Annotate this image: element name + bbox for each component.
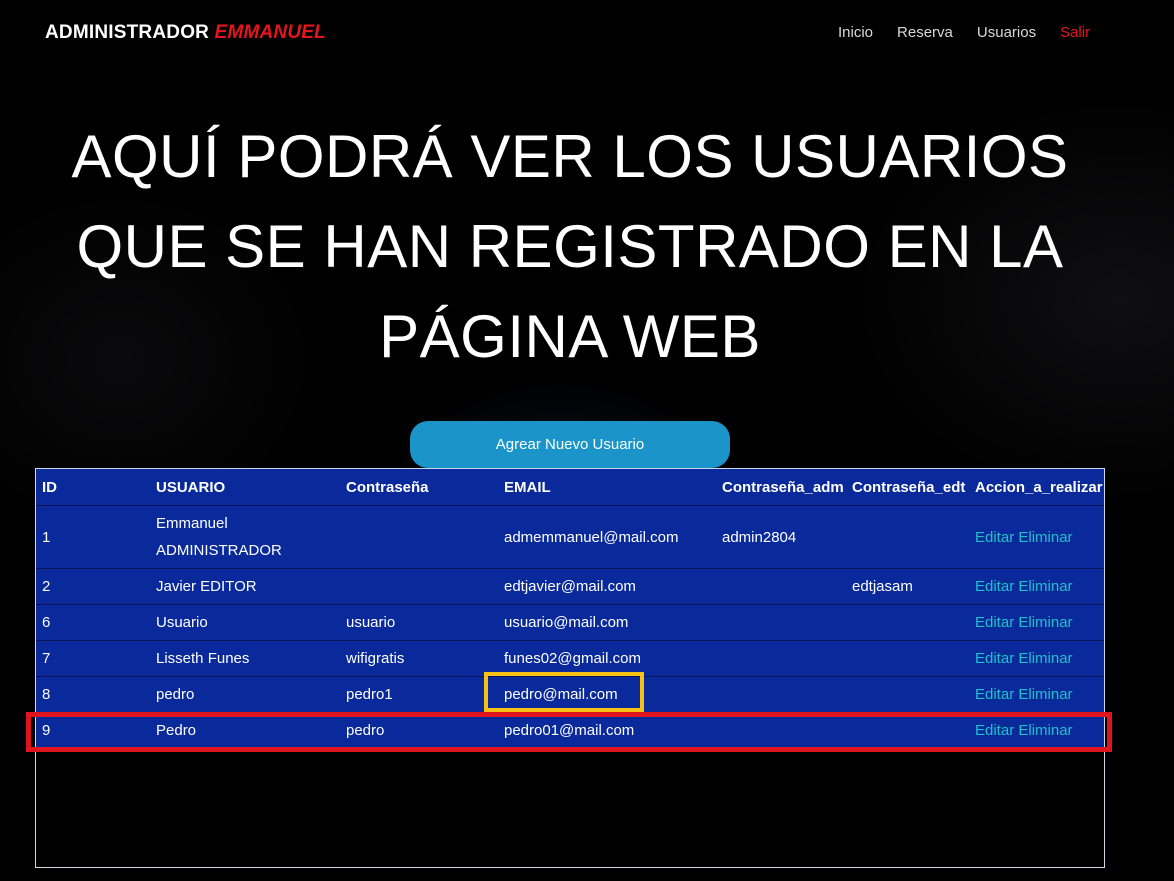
cell-usuario: pedro xyxy=(150,676,340,713)
cell-contrasena-edt xyxy=(846,505,969,569)
table-row: 8 pedro pedro1 pedro@mail.com Editar Eli… xyxy=(36,676,1104,713)
delete-link[interactable]: Eliminar xyxy=(1018,529,1072,546)
edit-link[interactable]: Editar xyxy=(975,614,1014,631)
brand-name: EMMANUEL xyxy=(214,22,326,43)
nav-usuarios-link[interactable]: Usuarios xyxy=(977,24,1036,41)
cell-id: 8 xyxy=(36,676,150,713)
main-nav: Inicio Reserva Usuarios Salir xyxy=(826,24,1102,41)
cell-actions: Editar Eliminar xyxy=(969,640,1104,677)
table-row: 7 Lisseth Funes wifigratis funes02@gmail… xyxy=(36,640,1104,677)
table-row: 2 Javier EDITOR edtjavier@mail.com edtja… xyxy=(36,568,1104,605)
cell-contrasena: wifigratis xyxy=(340,640,498,677)
cell-actions: Editar Eliminar xyxy=(969,712,1104,749)
edit-link[interactable]: Editar xyxy=(975,529,1014,546)
cell-actions: Editar Eliminar xyxy=(969,568,1104,605)
cell-email: edtjavier@mail.com xyxy=(498,568,716,605)
cell-contrasena-adm xyxy=(716,712,846,749)
cell-email: funes02@gmail.com xyxy=(498,640,716,677)
cell-contrasena: usuario xyxy=(340,604,498,641)
delete-link[interactable]: Eliminar xyxy=(1018,686,1072,703)
cell-id: 2 xyxy=(36,568,150,605)
delete-link[interactable]: Eliminar xyxy=(1018,614,1072,631)
column-header: Contraseña xyxy=(340,469,498,506)
edit-link[interactable]: Editar xyxy=(975,578,1014,595)
cell-id: 1 xyxy=(36,505,150,569)
nav-salir-link[interactable]: Salir xyxy=(1060,24,1090,41)
delete-link[interactable]: Eliminar xyxy=(1018,722,1072,739)
nav-inicio-link[interactable]: Inicio xyxy=(838,24,873,41)
cell-email: pedro@mail.com xyxy=(498,676,716,713)
cell-contrasena: pedro1 xyxy=(340,676,498,713)
column-header: ID xyxy=(36,469,150,506)
cell-usuario: Usuario xyxy=(150,604,340,641)
cell-usuario: Pedro xyxy=(150,712,340,749)
cell-contrasena-edt xyxy=(846,676,969,713)
brand-prefix: ADMINISTRADOR xyxy=(45,22,210,43)
edit-link[interactable]: Editar xyxy=(975,650,1014,667)
table-row: 1 Emmanuel ADMINISTRADOR admemmanuel@mai… xyxy=(36,505,1104,569)
cell-contrasena xyxy=(340,505,498,569)
page: ADMINISTRADOR EMMANUEL Inicio Reserva Us… xyxy=(0,0,1174,881)
cell-contrasena: pedro xyxy=(340,712,498,749)
cell-contrasena-adm: admin2804 xyxy=(716,505,846,569)
cell-id: 9 xyxy=(36,712,150,749)
add-user-button[interactable]: Agrear Nuevo Usuario xyxy=(410,421,730,468)
cell-actions: Editar Eliminar xyxy=(969,604,1104,641)
column-header: USUARIO xyxy=(150,469,340,506)
table-row: 9 Pedro pedro pedro01@mail.com Editar El… xyxy=(36,712,1104,749)
cell-email: usuario@mail.com xyxy=(498,604,716,641)
column-header: Contraseña_adm xyxy=(716,469,846,506)
delete-link[interactable]: Eliminar xyxy=(1018,650,1072,667)
users-table-container: ID USUARIO Contraseña EMAIL Contraseña_a… xyxy=(35,468,1105,868)
column-header: EMAIL xyxy=(498,469,716,506)
cell-contrasena-adm xyxy=(716,676,846,713)
column-header: Accion_a_realizar xyxy=(969,469,1104,506)
table-row: 6 Usuario usuario usuario@mail.com Edita… xyxy=(36,604,1104,641)
cell-id: 6 xyxy=(36,604,150,641)
cell-contrasena-adm xyxy=(716,604,846,641)
page-title: AQUÍ PODRÁ VER LOS USUARIOS QUE SE HAN R… xyxy=(71,123,1069,370)
cell-email: pedro01@mail.com xyxy=(498,712,716,749)
nav-reserva-link[interactable]: Reserva xyxy=(897,24,953,41)
column-header: Contraseña_edt xyxy=(846,469,969,506)
cell-email: admemmanuel@mail.com xyxy=(498,505,716,569)
edit-link[interactable]: Editar xyxy=(975,722,1014,739)
cell-id: 7 xyxy=(36,640,150,677)
delete-link[interactable]: Eliminar xyxy=(1018,578,1072,595)
cell-contrasena-edt xyxy=(846,640,969,677)
users-table: ID USUARIO Contraseña EMAIL Contraseña_a… xyxy=(36,469,1104,749)
cell-contrasena-edt xyxy=(846,604,969,641)
cell-contrasena-edt xyxy=(846,712,969,749)
cell-actions: Editar Eliminar xyxy=(969,676,1104,713)
edit-link[interactable]: Editar xyxy=(975,686,1014,703)
cell-usuario: Lisseth Funes xyxy=(150,640,340,677)
cell-contrasena-adm xyxy=(716,640,846,677)
cell-contrasena xyxy=(340,568,498,605)
cell-contrasena-adm xyxy=(716,568,846,605)
table-header-row: ID USUARIO Contraseña EMAIL Contraseña_a… xyxy=(36,469,1104,506)
cell-actions: Editar Eliminar xyxy=(969,505,1104,569)
cell-contrasena-edt: edtjasam xyxy=(846,568,969,605)
brand-title: ADMINISTRADOR EMMANUEL xyxy=(45,22,326,44)
cell-usuario: Javier EDITOR xyxy=(150,568,340,605)
cell-usuario: Emmanuel ADMINISTRADOR xyxy=(150,505,340,569)
